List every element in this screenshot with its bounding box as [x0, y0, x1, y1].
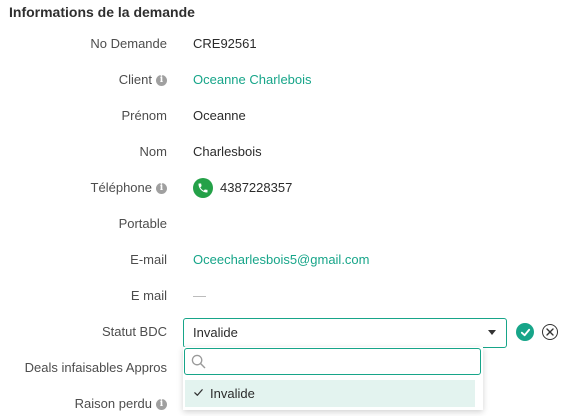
field-label: Prénom — [121, 104, 167, 128]
statut-bdc-select[interactable]: Invalide — [183, 318, 507, 348]
field-label: Portable — [119, 212, 167, 236]
field-value-nom: Charlesbois — [193, 144, 262, 159]
confirm-check-icon[interactable] — [516, 323, 534, 341]
field-label-text: Téléphone — [90, 180, 152, 195]
field-label-text: Nom — [139, 144, 167, 159]
field-label: Raison perdu i — [75, 392, 167, 416]
field-label: Client i — [119, 68, 167, 92]
field-row-telephone: Téléphone i 4387228357 — [0, 176, 575, 200]
section-title: Informations de la demande — [9, 4, 195, 20]
field-label-text: No Demande — [90, 36, 167, 51]
field-label: E-mail — [130, 248, 167, 272]
select-value: Invalide — [193, 325, 238, 340]
field-label-text: Client — [118, 72, 152, 87]
field-value-email-2: — — [193, 288, 206, 303]
dropdown-search-input[interactable] — [211, 351, 475, 374]
dropdown-option-label: Invalide — [210, 386, 255, 401]
field-row-client: Client i Oceanne Charlebois — [0, 68, 575, 92]
field-label: Téléphone i — [91, 176, 167, 200]
field-label-text: Raison perdu — [74, 396, 152, 411]
checkmark-icon — [193, 386, 204, 401]
dropdown-search-box[interactable] — [184, 348, 481, 375]
field-row-portable: Portable — [0, 212, 575, 236]
search-icon — [191, 354, 206, 374]
field-label: Nom — [140, 140, 167, 164]
field-label-text: Deals infaisables Appros — [24, 360, 167, 375]
field-label-text: Prénom — [121, 108, 167, 123]
statut-dropdown: Invalide — [183, 347, 483, 410]
field-label: E mail — [131, 284, 167, 308]
cancel-x-icon[interactable] — [542, 324, 558, 340]
phone-number: 4387228357 — [220, 180, 293, 195]
info-icon[interactable]: i — [156, 74, 167, 86]
caret-down-icon[interactable] — [488, 330, 496, 335]
field-row-no-demande: No Demande CRE92561 — [0, 32, 575, 56]
field-row-prenom: Prénom Oceanne — [0, 104, 575, 128]
field-label-text: Portable — [118, 216, 167, 231]
field-row-email-2: E mail — — [0, 284, 575, 308]
field-label-text: E-mail — [130, 252, 167, 267]
field-label: Deals infaisables Appros — [25, 356, 167, 380]
field-label-text: E mail — [130, 288, 167, 303]
dropdown-option-invalide[interactable]: Invalide — [185, 380, 475, 407]
field-value-telephone: 4387228357 — [193, 176, 292, 200]
info-icon[interactable]: i — [156, 398, 167, 410]
field-value-prenom: Oceanne — [193, 108, 246, 123]
email-link[interactable]: Oceecharlesbois5@gmail.com — [193, 248, 370, 272]
phone-icon[interactable] — [193, 178, 213, 198]
field-value-no-demande: CRE92561 — [193, 36, 257, 51]
field-row-nom: Nom Charlesbois — [0, 140, 575, 164]
field-label: No Demande — [90, 32, 167, 56]
client-link[interactable]: Oceanne Charlebois — [193, 68, 312, 92]
field-label-text: Statut BDC — [101, 324, 167, 339]
field-row-email: E-mail Oceecharlesbois5@gmail.com — [0, 248, 575, 272]
info-icon[interactable]: i — [156, 182, 167, 194]
field-label: Statut BDC — [102, 320, 167, 344]
